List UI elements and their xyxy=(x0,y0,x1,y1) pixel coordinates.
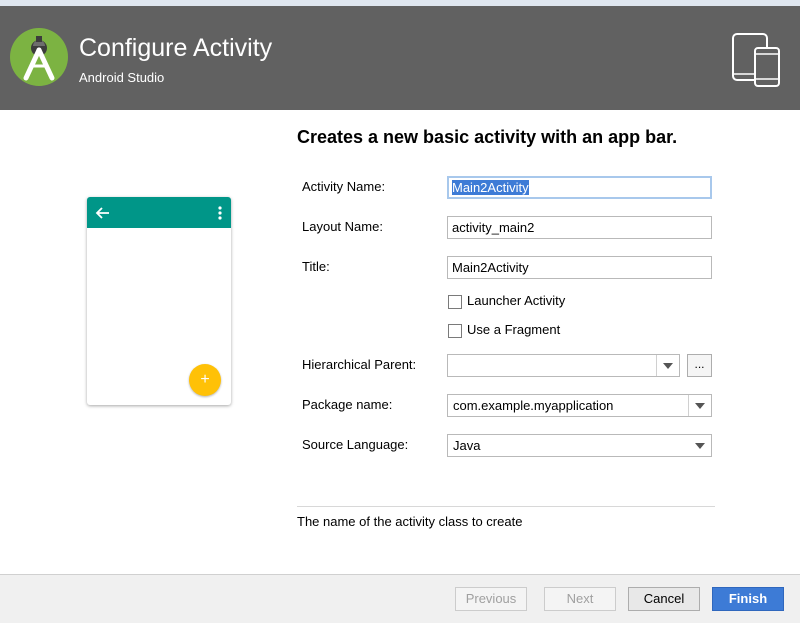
finish-button[interactable]: Finish xyxy=(712,587,784,611)
source-language-value: Java xyxy=(453,438,481,453)
layout-name-label: Layout Name: xyxy=(302,219,383,234)
source-language-select[interactable]: Java xyxy=(447,434,712,457)
previous-button[interactable]: Previous xyxy=(455,587,527,611)
browse-parent-button[interactable]: ... xyxy=(687,354,712,377)
arrow-back-icon xyxy=(95,205,111,221)
launcher-activity-label: Launcher Activity xyxy=(467,293,566,308)
field-help-text: The name of the activity class to create xyxy=(297,514,523,529)
android-studio-logo-icon xyxy=(10,28,68,86)
hierarchical-parent-combo[interactable] xyxy=(447,354,680,377)
dialog-footer: Previous Next Cancel Finish xyxy=(0,574,800,623)
hierarchical-parent-label: Hierarchical Parent: xyxy=(302,357,417,372)
package-name-label: Package name: xyxy=(302,397,393,412)
activity-name-input[interactable]: Main2Activity xyxy=(447,176,712,199)
chevron-down-icon[interactable] xyxy=(688,395,711,416)
preview-app-bar xyxy=(87,197,231,228)
title-value: Main2Activity xyxy=(452,260,529,275)
tablet-phone-icon xyxy=(726,32,786,90)
source-language-label: Source Language: xyxy=(302,437,409,452)
use-fragment-label: Use a Fragment xyxy=(467,322,561,337)
cancel-button[interactable]: Cancel xyxy=(628,587,700,611)
chevron-down-icon[interactable] xyxy=(689,435,711,456)
use-fragment-checkbox-box[interactable] xyxy=(448,324,462,338)
dialog-content: Creates a new basic activity with an app… xyxy=(0,110,800,574)
launcher-activity-checkbox-box[interactable] xyxy=(448,295,462,309)
dialog-subtitle: Android Studio xyxy=(79,70,165,85)
template-description-title: Creates a new basic activity with an app… xyxy=(297,127,678,147)
layout-name-input[interactable]: activity_main2 xyxy=(447,216,712,239)
next-button[interactable]: Next xyxy=(544,587,616,611)
activity-name-value: Main2Activity xyxy=(452,180,529,195)
chevron-down-icon[interactable] xyxy=(656,355,679,376)
help-separator xyxy=(297,506,715,507)
activity-name-label: Activity Name: xyxy=(302,179,386,194)
package-name-combo[interactable]: com.example.myapplication xyxy=(447,394,712,417)
title-label: Title: xyxy=(302,259,330,274)
more-vert-icon xyxy=(215,205,225,221)
activity-preview: + xyxy=(87,197,231,405)
plus-icon: + xyxy=(189,364,221,396)
dialog-header: Configure Activity Android Studio xyxy=(0,6,800,110)
dialog-title: Configure Activity xyxy=(79,34,273,62)
title-input[interactable]: Main2Activity xyxy=(447,256,712,279)
package-name-value: com.example.myapplication xyxy=(453,398,614,413)
layout-name-value: activity_main2 xyxy=(452,220,535,235)
